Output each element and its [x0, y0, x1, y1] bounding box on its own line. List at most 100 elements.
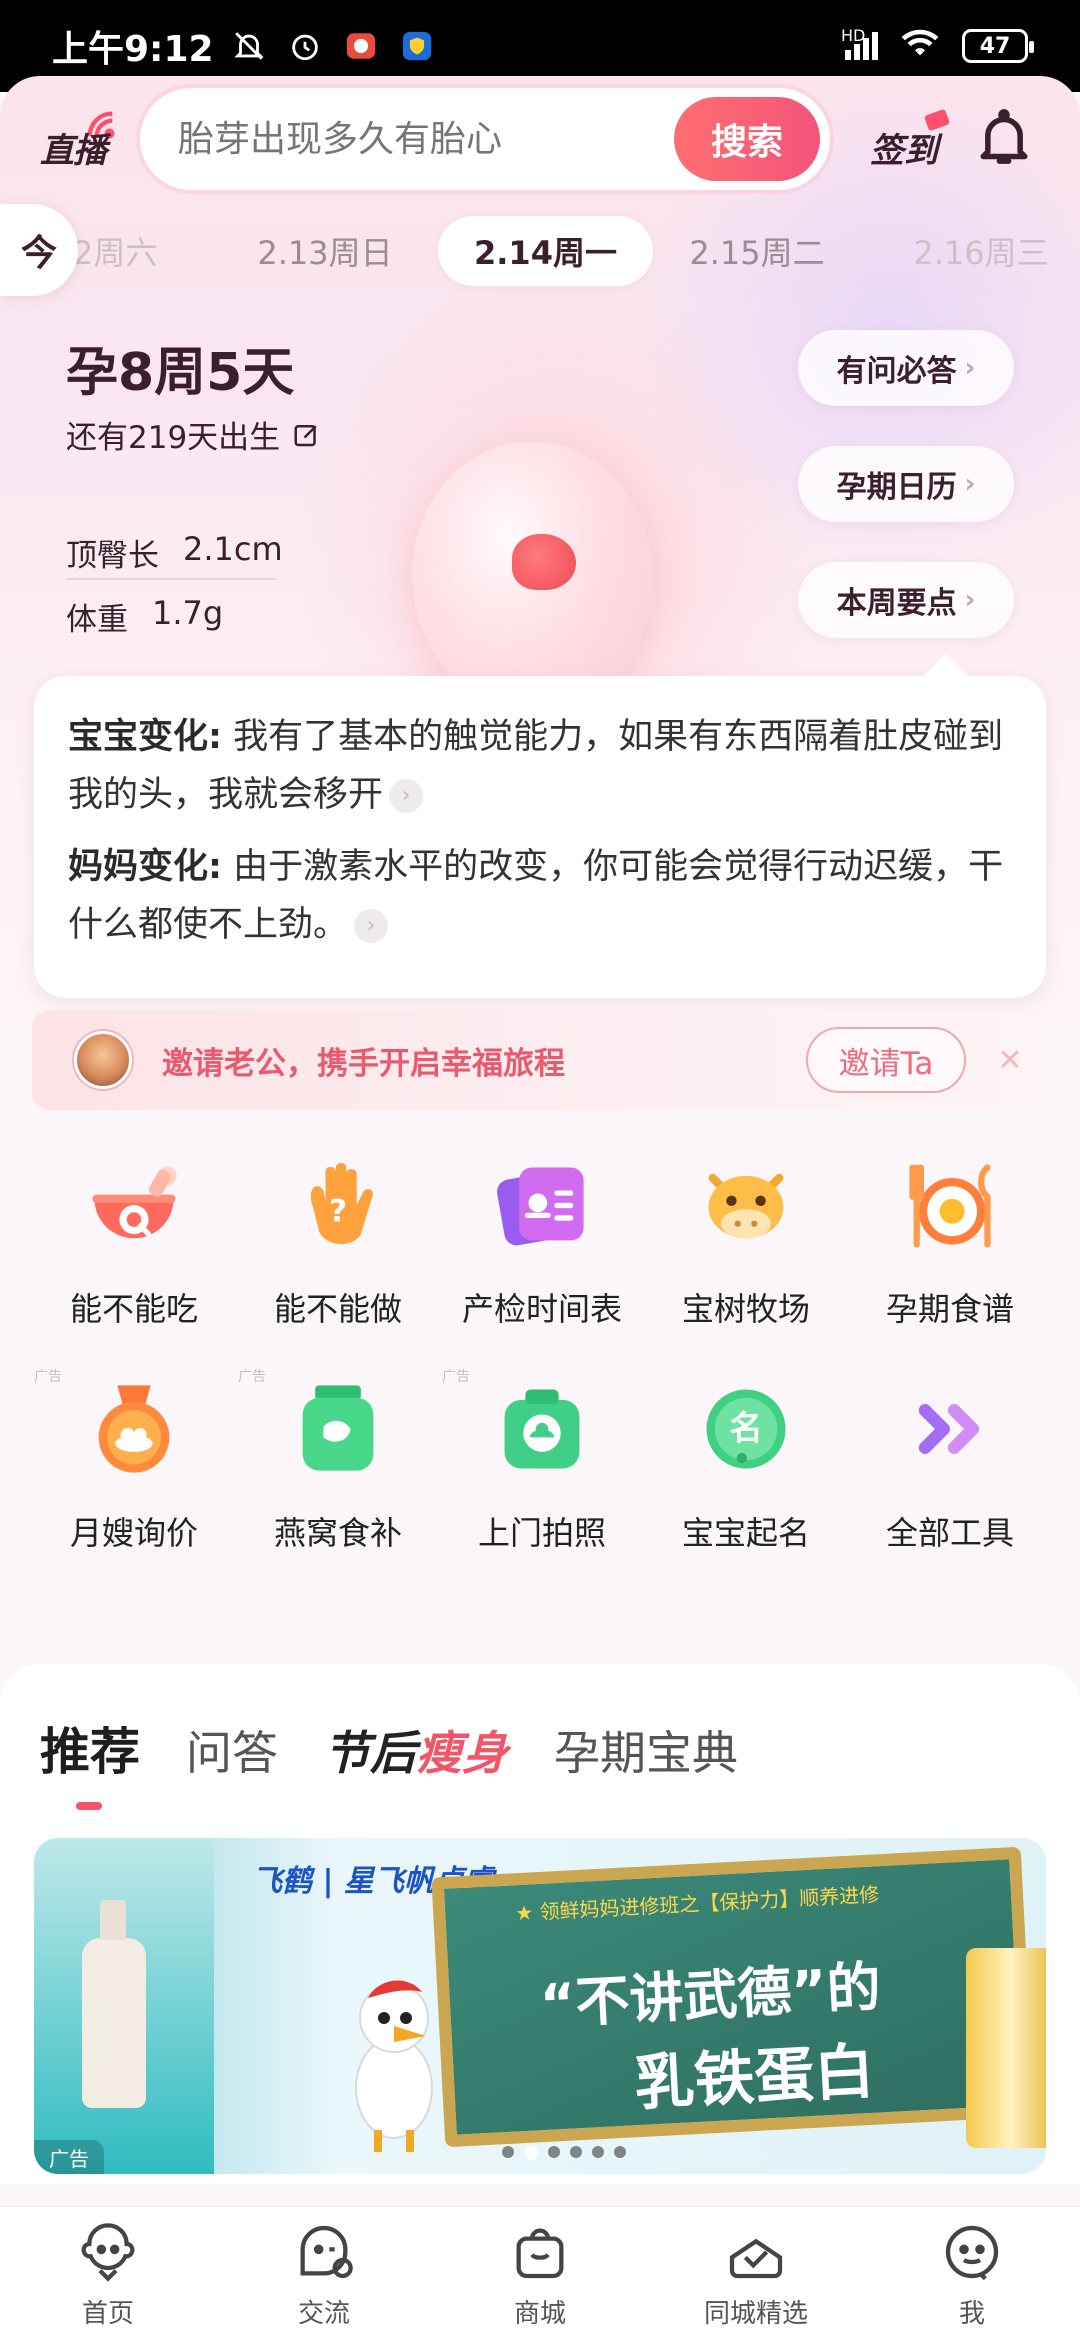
bowl-icon [79, 1150, 189, 1260]
carousel-dot [502, 2146, 514, 2158]
nav-mall[interactable]: 商城 [450, 2207, 630, 2330]
days-left-row[interactable]: 还有219天出生 [66, 412, 322, 457]
avatar [74, 1031, 132, 1089]
nav-community[interactable]: 交流 [234, 2207, 414, 2330]
shopping-bag-icon [505, 2217, 575, 2287]
tool-label: 燕窝食补 [273, 1514, 402, 1552]
app-notification-icon [344, 29, 378, 63]
crl-label: 顶臀长 [66, 538, 159, 574]
feed-tabs: 推荐 问答 节后瘦身 孕期宝典 [40, 1712, 738, 1810]
mute-bell-icon [232, 29, 266, 63]
tool-all-tools[interactable]: 全部工具 [850, 1374, 1050, 1574]
chevron-right-icon: › [964, 585, 976, 615]
crane-mascot-icon [355, 1980, 433, 2152]
tool-checkup-schedule[interactable]: 产检时间表 [442, 1150, 642, 1350]
name-badge-icon: 名 [691, 1374, 801, 1484]
tool-can-eat[interactable]: 能不能吃 [34, 1150, 234, 1350]
invite-button[interactable]: 邀请Ta [806, 1027, 966, 1093]
shield-app-icon [400, 29, 434, 63]
battery-indicator: 47 [962, 29, 1034, 63]
tool-label: 月嫂询价 [69, 1514, 198, 1552]
nav-label: 我 [958, 2299, 985, 2329]
edit-icon[interactable] [292, 420, 322, 450]
notification-bell-button[interactable] [976, 108, 1032, 172]
nav-me[interactable]: 我 [882, 2207, 1062, 2330]
date-item[interactable]: 2.15周二 [672, 216, 842, 286]
calendar-card-icon [487, 1150, 597, 1260]
bottom-nav: 首页 交流 商城 同城精选 我 [0, 2206, 1080, 2340]
calendar-link[interactable]: 孕期日历 › [798, 446, 1014, 522]
tool-can-do[interactable]: ? 能不能做 [238, 1150, 438, 1350]
carousel-dot-active [524, 2146, 538, 2160]
nav-home[interactable]: 首页 [18, 2207, 198, 2330]
baby-change-row[interactable]: 宝宝变化: 我有了基本的触觉能力，如果有东西隔着肚皮碰到我的头，我就会移开 › [68, 708, 1012, 824]
ad-banner[interactable]: 飞鹤 | 星飞帆卓睿 ★ 领鲜妈妈进修班之【保护力】顺养进修 “不讲武德”的 乳… [34, 1838, 1046, 2174]
mom-change-row[interactable]: 妈妈变化: 由于激素水平的改变，你可能会觉得行动迟缓，干什么都使不上劲。 › [68, 838, 1012, 954]
chat-bubble-icon [289, 2217, 359, 2287]
close-icon[interactable]: ✕ [990, 1043, 1030, 1078]
ad-tag: 广告 [238, 1369, 266, 1385]
tab-recommend[interactable]: 推荐 [40, 1712, 140, 1810]
recipe-egg-icon [895, 1150, 1005, 1260]
ad-bottle-image [82, 1900, 146, 2108]
embryo-core-illustration [512, 534, 576, 590]
weekly-points-label: 本周要点 [836, 586, 957, 621]
nav-local-picks[interactable]: 同城精选 [666, 2207, 846, 2330]
tool-birds-nest[interactable]: 广告 燕窝食补 [238, 1369, 438, 1574]
more-arrow-icon[interactable]: › [354, 909, 389, 943]
bell-icon [980, 109, 1028, 164]
camera-icon [487, 1374, 597, 1484]
changes-card[interactable]: 宝宝变化: 我有了基本的触觉能力，如果有东西隔着肚皮碰到我的头，我就会移开 › 妈… [34, 676, 1046, 998]
date-item[interactable]: 2.13周日 [240, 216, 410, 286]
nav-label: 商城 [513, 2299, 566, 2329]
search-button[interactable]: 搜索 [674, 97, 820, 181]
chevron-right-icon: › [964, 469, 976, 499]
search-input[interactable] [140, 118, 674, 160]
signal-icon: HD [841, 26, 878, 60]
nav-label: 交流 [297, 2299, 350, 2329]
tool-label: 全部工具 [885, 1514, 1014, 1552]
crl-value: 2.1cm [183, 530, 283, 568]
checkin-button[interactable]: 签到 [870, 108, 954, 172]
tool-label: 宝树牧场 [681, 1290, 810, 1328]
invite-banner: 邀请老公，携手开启幸福旅程 邀请Ta ✕ [32, 1010, 1048, 1110]
metric-divider [66, 578, 276, 580]
date-item[interactable]: 2.16周三 [896, 216, 1066, 286]
ad-formula-can-image [966, 1948, 1046, 2148]
ad-board-sub: ★ 领鲜妈妈进修班之【保护力】顺养进修 [514, 1882, 880, 1926]
live-label: 直播 [40, 131, 107, 171]
qa-link-label: 有问必答 [836, 354, 957, 389]
tool-label: 能不能吃 [69, 1290, 198, 1328]
medal-icon [79, 1374, 189, 1484]
weight-metric: 体重 1.7g [66, 594, 223, 639]
live-button[interactable]: 直播 [38, 108, 118, 172]
tab-festival-part-b: 瘦身 [416, 1726, 508, 1780]
tool-home-photo[interactable]: 广告 上门拍照 [442, 1369, 642, 1574]
double-chevron-icon [895, 1374, 1005, 1484]
tab-post-festival-slim[interactable]: 节后瘦身 [324, 1717, 508, 1783]
tool-nanny-price[interactable]: 广告 月嫂询价 [34, 1369, 234, 1574]
chevron-right-icon: › [964, 353, 976, 383]
nav-label: 首页 [81, 2299, 134, 2329]
tool-baby-naming[interactable]: 名 宝宝起名 [646, 1374, 846, 1574]
jar-icon [283, 1374, 393, 1484]
date-strip: 12周六 2.13周日 2.14周一 2.15周二 2.16周三 [0, 212, 1080, 292]
carousel-dot [614, 2146, 626, 2158]
weekly-points-link[interactable]: 本周要点 › [798, 562, 1014, 638]
tab-pregnancy-canon[interactable]: 孕期宝典 [554, 1717, 738, 1783]
tool-label: 孕期食谱 [885, 1290, 1014, 1328]
ad-board-line2: 乳铁蛋白 [632, 2036, 876, 2120]
ad-tag: 广告 [34, 1369, 62, 1385]
qa-link[interactable]: 有问必答 › [798, 330, 1014, 406]
more-arrow-icon[interactable]: › [389, 779, 424, 813]
svg-text:?: ? [329, 1194, 347, 1230]
nav-label: 同城精选 [703, 2299, 808, 2329]
calendar-link-label: 孕期日历 [836, 470, 957, 505]
tool-label: 产检时间表 [461, 1290, 622, 1328]
tab-qa[interactable]: 问答 [186, 1717, 278, 1783]
invite-text: 邀请老公，携手开启幸福旅程 [162, 1045, 565, 1082]
tool-pregnancy-recipes[interactable]: 孕期食谱 [850, 1150, 1050, 1350]
alarm-icon [288, 29, 322, 63]
tool-tree-farm[interactable]: 宝树牧场 [646, 1150, 846, 1350]
date-item-selected[interactable]: 2.14周一 [438, 216, 653, 286]
